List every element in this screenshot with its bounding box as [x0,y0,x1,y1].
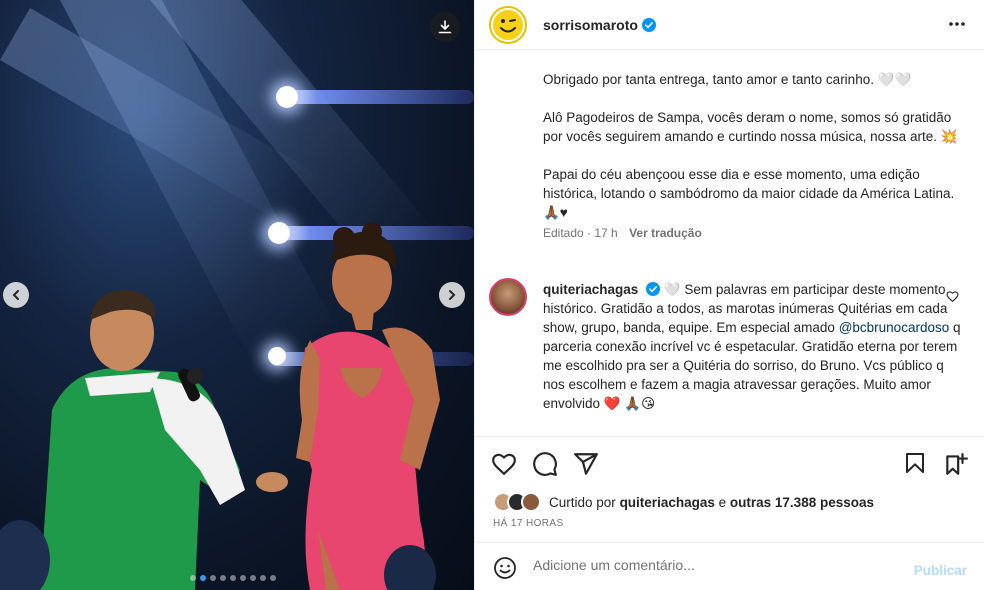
comment-input[interactable] [533,557,893,573]
edited-label: Editado [543,226,584,240]
commenter-avatar[interactable] [489,278,527,316]
carousel-next-button[interactable] [439,282,465,308]
add-comment-bar: Publicar [475,542,984,590]
share-icon [574,453,598,475]
collection-save-button[interactable] [943,451,969,482]
emoji-icon [494,557,516,579]
carousel-dot [230,575,236,581]
post-username[interactable]: sorrisomaroto [543,17,638,33]
likes-user[interactable]: quiteriachagas [620,495,715,510]
likes-prefix: Curtido por [549,494,616,510]
like-icon [492,453,516,476]
post-caption: Obrigado por tanta entrega, tanto amor e… [543,70,963,243]
comments-section[interactable]: Obrigado por tanta entrega, tanto amor e… [475,51,984,435]
save-icon [906,453,924,473]
carousel-dot [240,575,246,581]
avatar[interactable] [489,5,527,44]
comment-button[interactable] [532,451,558,482]
post-details-panel: sorrisomaroto Obrigado por tanta entrega… [474,0,984,590]
verified-badge-icon [641,17,656,32]
comment-mention-link[interactable]: @bcbrunocardoso [839,320,950,335]
verified-badge-icon [646,282,661,296]
carousel-indicator [190,575,276,581]
performers-illustration [0,222,440,590]
caption-paragraph: Alô Pagodeiros de Sampa, vocês deram o n… [543,110,958,144]
edited-time: 17 h [594,226,618,240]
post-actions-bar [475,436,984,488]
carousel-dot [220,575,226,581]
chevron-right-icon [449,290,456,300]
save-to-collection-icon [946,453,968,475]
caption-meta: Editado · 17 h Ver tradução [543,226,702,240]
comment-icon [533,452,557,476]
smiley-logo-icon [493,9,523,40]
like-button[interactable] [491,451,517,482]
carousel-dot [190,575,196,581]
heart-small-icon [946,291,959,303]
more-options-icon [949,22,965,26]
post-timestamp: HÁ 17 HORAS [493,518,564,529]
likes-others[interactable]: outras 17.388 pessoas [730,495,874,510]
caption-paragraph: Obrigado por tanta entrega, tanto amor e… [543,72,912,87]
carousel-dot [210,575,216,581]
carousel-dot [200,575,206,581]
download-icon [438,20,452,34]
download-button[interactable] [430,12,460,42]
more-options-button[interactable] [947,14,967,39]
likes-and: e [718,494,727,510]
carousel-prev-button[interactable] [3,282,29,308]
carousel-dot [270,575,276,581]
post-comment-button[interactable]: Publicar [914,563,967,578]
likes-summary: Curtido por quiteriachagas e outras 17.3… [493,492,874,512]
commenter-username[interactable]: quiteriachagas [543,282,638,297]
comment-like-button[interactable] [946,290,959,308]
likes-text[interactable]: Curtido por quiteriachagas e outras 17.3… [549,495,874,510]
comment-text: quiteriachagas 🤍 Sem palavras em partici… [543,280,961,413]
translate-link[interactable]: Ver tradução [629,226,702,240]
post-header: sorrisomaroto [475,0,984,50]
emoji-button[interactable] [493,556,517,585]
caption-paragraph: Papai do céu abençoou esse dia e esse mo… [543,167,955,220]
carousel-dot [260,575,266,581]
liker-avatar [521,492,541,512]
post-image[interactable] [0,0,474,590]
share-button[interactable] [573,451,599,482]
chevron-left-icon [12,290,19,300]
carousel-dot [250,575,256,581]
save-button[interactable] [903,451,927,480]
